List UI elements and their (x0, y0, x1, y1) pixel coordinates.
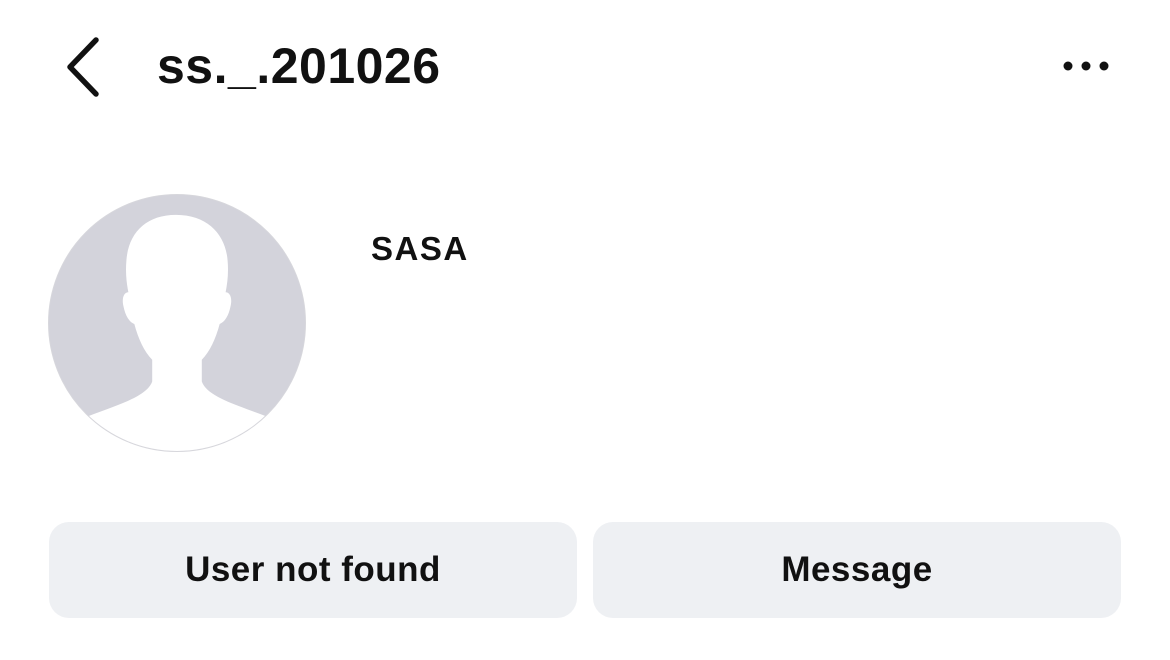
chevron-left-icon (67, 37, 99, 97)
user-not-found-button[interactable]: User not found (49, 522, 577, 618)
more-horizontal-icon (1063, 61, 1109, 71)
more-options-button[interactable] (1056, 50, 1116, 82)
profile-username: ss._.201026 (157, 38, 441, 94)
avatar[interactable] (48, 194, 306, 452)
back-button[interactable] (58, 34, 108, 100)
message-button[interactable]: Message (593, 522, 1121, 618)
profile-display-name: SASA (371, 230, 469, 267)
profile-header: ss._.201026 (0, 0, 1170, 135)
default-avatar-icon (49, 195, 305, 451)
